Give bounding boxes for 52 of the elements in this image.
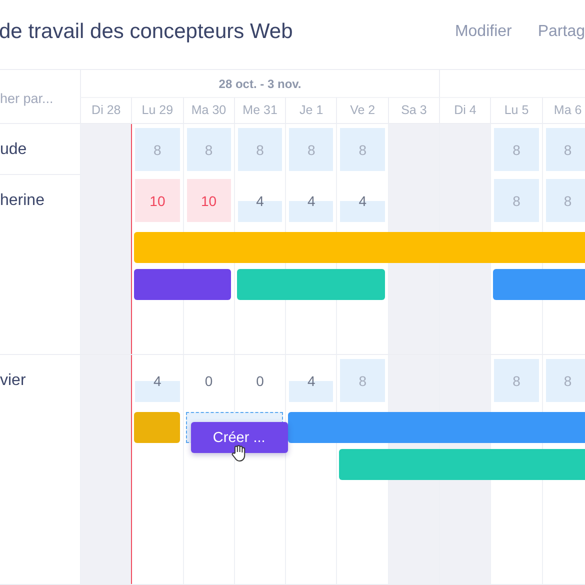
person-name: herine	[0, 192, 46, 210]
page-title: de travail des concepteurs Web	[0, 20, 294, 44]
hours-text: 4	[307, 192, 316, 208]
hours-text: 8	[154, 142, 162, 158]
hours-text: 8	[358, 372, 367, 388]
person-name: vier	[0, 372, 27, 390]
hours-text: 4	[307, 372, 316, 388]
day-header: Sa 3	[388, 97, 440, 123]
hours-text: 4	[256, 192, 264, 208]
hours-text: 8	[564, 192, 572, 208]
hours-text: 8	[512, 192, 520, 208]
hours-text: 8	[358, 142, 367, 158]
hours-text: 8	[307, 142, 316, 158]
hours-text: 4	[358, 192, 367, 208]
hours-text: 8	[564, 372, 572, 388]
person-name: ude	[0, 141, 28, 159]
day-header: Di 28	[80, 97, 132, 123]
hours-text: 8	[204, 142, 213, 158]
hours-text: 0	[204, 372, 213, 388]
day-header: Ma 6	[542, 97, 585, 123]
day-header: Je 1	[285, 97, 336, 123]
task-bar[interactable]	[134, 412, 180, 443]
hours-text: 10	[200, 192, 217, 208]
hours-text: 8	[512, 142, 520, 158]
task-bar[interactable]	[236, 269, 385, 300]
day-header: Me 31	[234, 97, 286, 123]
task-bar[interactable]	[288, 412, 585, 443]
task-bar[interactable]	[134, 232, 585, 263]
menu-link[interactable]: Modifier	[454, 22, 512, 40]
capacity-fill	[186, 179, 231, 222]
hours-text: 4	[154, 372, 162, 388]
hours-text: 8	[256, 142, 264, 158]
task-bar[interactable]	[339, 449, 585, 480]
hours-text: 0	[256, 372, 264, 388]
menu-link[interactable]: Partag	[538, 22, 585, 40]
day-header: Ve 2	[336, 97, 388, 123]
search-field[interactable]: her par...	[0, 87, 80, 106]
day-header: Lu 5	[490, 97, 542, 123]
capacity-fill	[340, 359, 385, 402]
task-bar[interactable]	[134, 269, 231, 300]
hours-text: 8	[512, 372, 520, 388]
capacity-fill	[494, 359, 539, 402]
hours-text: 10	[150, 192, 166, 208]
capacity-fill	[494, 179, 539, 222]
task-bar[interactable]	[493, 269, 585, 300]
week-label: 28 oct. - 3 nov.	[80, 70, 440, 97]
day-header: Lu 29	[131, 97, 183, 123]
create-button[interactable]: Créer ...	[190, 422, 288, 453]
day-header: Ma 30	[182, 97, 234, 123]
capacity-fill	[135, 179, 180, 222]
hours-text: 8	[564, 142, 572, 158]
day-header: Di 4	[439, 97, 490, 123]
